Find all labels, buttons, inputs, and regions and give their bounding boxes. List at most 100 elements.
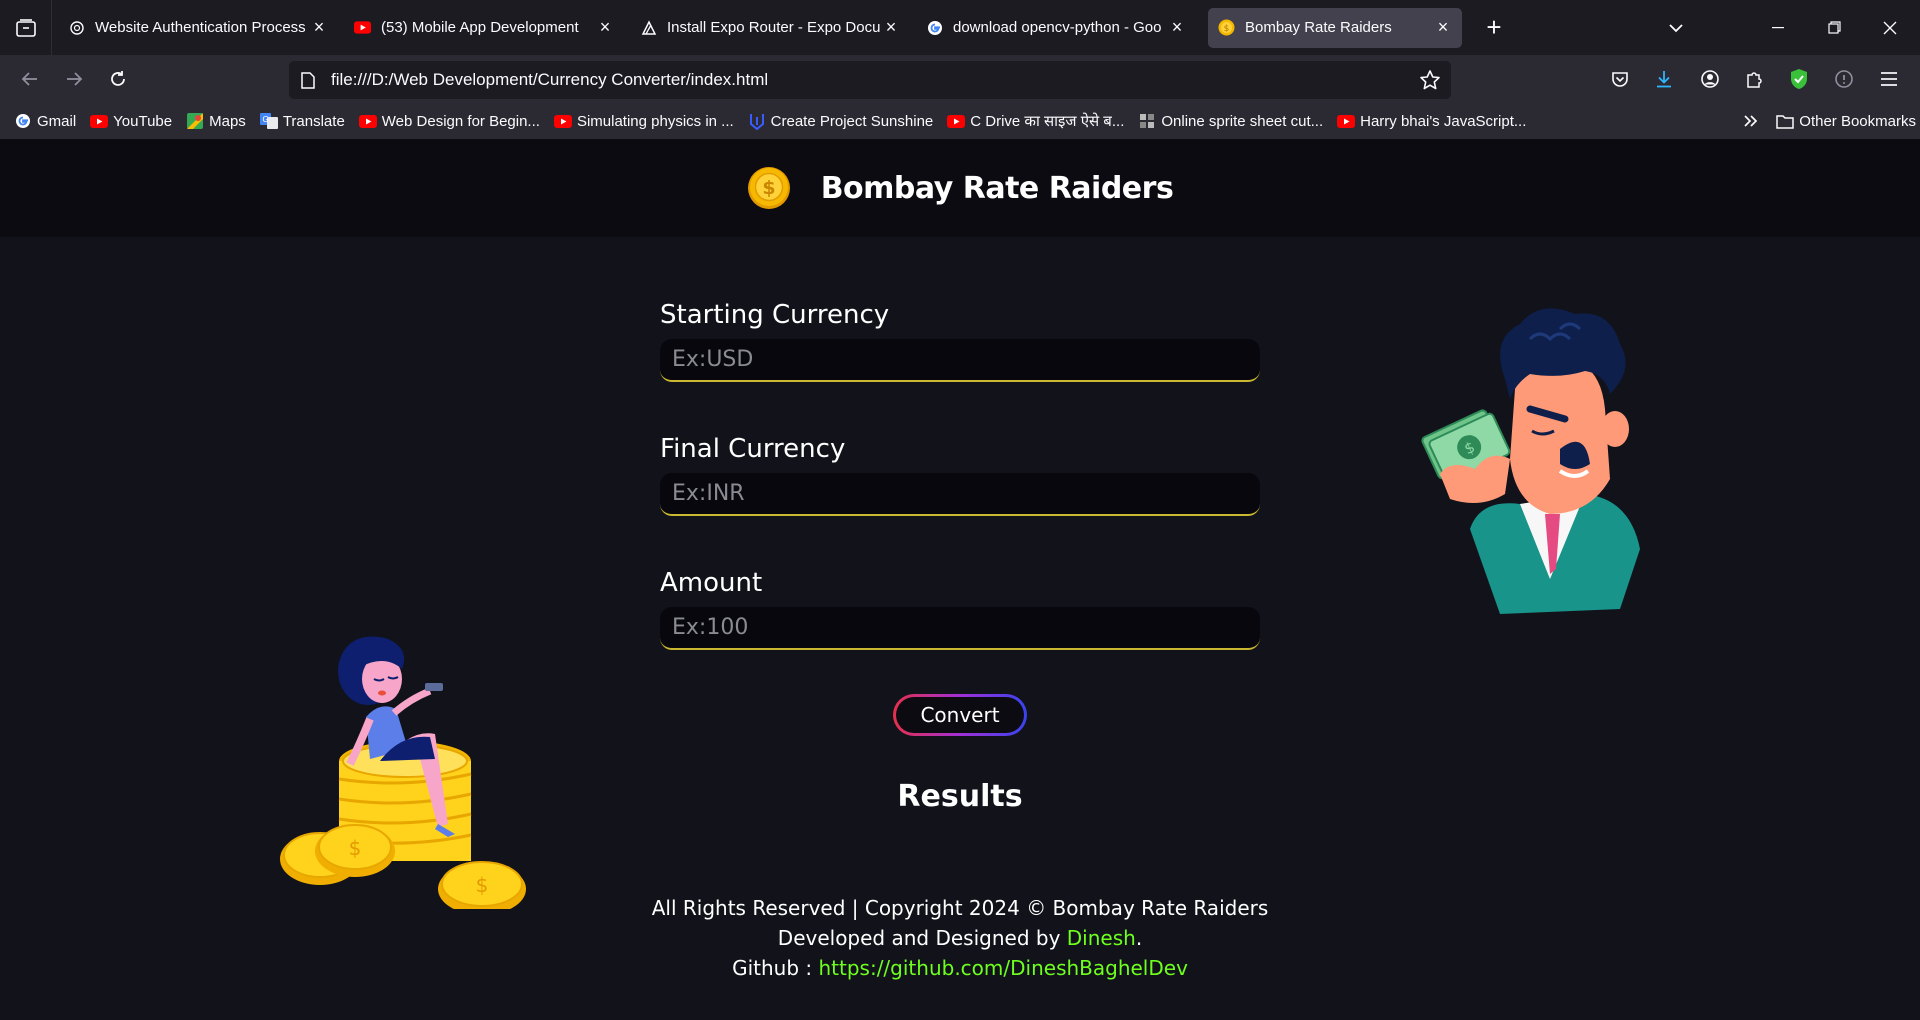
restore-window-button[interactable] xyxy=(1806,0,1862,55)
starting-currency-label: Starting Currency xyxy=(660,300,890,330)
close-tab-icon[interactable]: × xyxy=(310,17,328,37)
tab-title: download opencv-python - Goo xyxy=(953,19,1162,36)
bookmark-label: Gmail xyxy=(37,112,77,130)
menu-hamburger-icon[interactable] xyxy=(1869,59,1909,99)
back-button[interactable] xyxy=(10,59,50,99)
tab-title: Website Authentication Process xyxy=(95,19,306,36)
site-header: $ Bombay Rate Raiders xyxy=(0,139,1920,237)
amount-label: Amount xyxy=(660,568,763,598)
extensions-icon[interactable] xyxy=(1734,59,1774,99)
final-currency-label: Final Currency xyxy=(660,434,846,464)
bookmark-star-icon[interactable] xyxy=(1419,69,1441,96)
maps-icon xyxy=(186,113,204,129)
developer-credit-suffix: . xyxy=(1135,926,1143,950)
site-title: Bombay Rate Raiders xyxy=(820,170,1174,206)
tab-mobile-app-development[interactable]: (53) Mobile App Development × xyxy=(344,8,624,48)
tab-overflow-chevron-icon[interactable] xyxy=(1648,0,1704,55)
tab-bar: Website Authentication Process × (53) Mo… xyxy=(0,0,1920,55)
final-currency-input[interactable] xyxy=(660,473,1260,516)
bookmark-simulating-physics[interactable]: Simulating physics in ... xyxy=(553,112,734,130)
tab-install-expo-router[interactable]: Install Expo Router - Expo Docu × xyxy=(630,8,910,48)
account-icon[interactable] xyxy=(1690,59,1730,99)
bookmark-maps[interactable]: Maps xyxy=(186,113,246,130)
man-with-money-illustration: $ xyxy=(1421,308,1640,614)
chevron-double-right-icon[interactable] xyxy=(1736,114,1766,128)
tab-website-authentication[interactable]: Website Authentication Process × xyxy=(58,8,338,48)
downloads-icon[interactable] xyxy=(1644,59,1684,99)
amount-input[interactable] xyxy=(660,607,1260,650)
convert-button[interactable]: Convert xyxy=(896,697,1024,733)
bookmark-translate[interactable]: G Translate xyxy=(259,112,345,130)
bookmark-label: Maps xyxy=(209,112,246,130)
other-bookmarks-label: Other Bookmarks xyxy=(1799,112,1916,130)
close-tab-icon[interactable]: × xyxy=(882,17,900,37)
new-tab-button[interactable]: + xyxy=(1476,10,1512,46)
coin-icon: $ xyxy=(1218,19,1235,36)
tab-bombay-rate-raiders[interactable]: $ Bombay Rate Raiders × xyxy=(1208,7,1462,48)
close-window-button[interactable] xyxy=(1862,0,1918,55)
bookmark-label: Create Project Sunshine xyxy=(770,112,934,130)
bookmark-gmail[interactable]: Gmail xyxy=(14,113,76,130)
bookmark-label: Simulating physics in ... xyxy=(576,112,734,130)
bookmark-harry-bhai[interactable]: Harry bhai's JavaScript... xyxy=(1337,113,1526,130)
pocket-icon[interactable] xyxy=(1600,59,1640,99)
google-icon xyxy=(926,19,943,36)
bookmark-label: Web Design for Begin... xyxy=(381,112,540,130)
extension-info-icon[interactable] xyxy=(1824,59,1864,99)
openai-icon xyxy=(68,19,85,36)
author-link[interactable]: Dinesh xyxy=(1067,926,1136,950)
bookmark-label: Harry bhai's JavaScript... xyxy=(1360,112,1527,130)
bookmarks-overflow: Other Bookmarks xyxy=(1736,103,1920,139)
youtube-icon xyxy=(354,19,371,36)
starting-currency-input[interactable] xyxy=(660,339,1260,382)
tab-title: Install Expo Router - Expo Docu xyxy=(667,19,881,36)
final-currency-group: Final Currency xyxy=(660,435,1260,516)
github-line: Github : https://github.com/DineshBaghel… xyxy=(560,953,1360,983)
bookmark-youtube[interactable]: YouTube xyxy=(90,113,172,130)
github-label: Github : xyxy=(732,956,819,980)
unity-icon xyxy=(748,113,766,130)
url-text[interactable]: file:///D:/Web Development/Currency Conv… xyxy=(331,70,768,90)
list-all-tabs-button[interactable] xyxy=(0,0,52,55)
bookmark-label: Online sprite sheet cut... xyxy=(1161,112,1324,130)
forward-button[interactable] xyxy=(54,59,94,99)
youtube-icon xyxy=(553,113,572,129)
close-tab-icon[interactable]: × xyxy=(1434,17,1452,37)
github-link[interactable]: https://github.com/DineshBaghelDev xyxy=(818,956,1187,980)
bookmark-web-design[interactable]: Web Design for Begin... xyxy=(358,112,540,130)
reload-button[interactable] xyxy=(98,59,138,99)
folder-icon xyxy=(1776,113,1795,129)
bookmark-label: YouTube xyxy=(113,112,173,130)
svg-text:$: $ xyxy=(349,836,362,860)
convert-button-border: Convert xyxy=(893,694,1027,736)
address-bar[interactable]: file:///D:/Web Development/Currency Conv… xyxy=(289,61,1451,99)
page-icon xyxy=(301,71,315,89)
bookmarks-toolbar: Gmail YouTube Maps G Translate Web Desig… xyxy=(0,103,1920,139)
bookmark-sprite-sheet[interactable]: Online sprite sheet cut... xyxy=(1138,113,1323,130)
sprite-icon xyxy=(1138,113,1156,129)
footer: All Rights Reserved | Copyright 2024 © B… xyxy=(560,893,1360,983)
forward-arrow-icon xyxy=(67,72,83,86)
expo-icon xyxy=(640,19,657,36)
copyright-text: All Rights Reserved | Copyright 2024 © B… xyxy=(651,896,1269,920)
bookmark-label: C Drive का साइज ऐसे ब... xyxy=(970,113,1125,130)
starting-currency-group: Starting Currency xyxy=(660,301,1260,382)
developer-credit-prefix: Developed and Designed by xyxy=(777,926,1067,950)
navigation-toolbar: file:///D:/Web Development/Currency Conv… xyxy=(0,55,1920,103)
minimize-window-button[interactable] xyxy=(1750,0,1806,55)
tab-download-opencv[interactable]: download opencv-python - Goo × xyxy=(916,8,1196,48)
other-bookmarks-button[interactable]: Other Bookmarks xyxy=(1776,113,1916,130)
bookmark-c-drive[interactable]: C Drive का साइज ऐसे ब... xyxy=(947,111,1124,131)
close-tab-icon[interactable]: × xyxy=(1168,17,1186,37)
bookmark-label: Translate xyxy=(282,112,345,130)
youtube-icon xyxy=(1337,113,1356,129)
svg-text:$: $ xyxy=(762,177,775,199)
woman-on-coins-illustration: $ $ xyxy=(280,636,526,909)
svg-text:$: $ xyxy=(476,873,489,897)
amount-group: Amount xyxy=(660,569,1260,650)
bookmark-project-sunshine[interactable]: Create Project Sunshine xyxy=(748,112,934,130)
adblock-shield-icon[interactable] xyxy=(1779,59,1819,99)
developer-credit: Developed and Designed by Dinesh. xyxy=(560,923,1360,953)
close-tab-icon[interactable]: × xyxy=(596,17,614,37)
youtube-icon xyxy=(90,113,109,129)
